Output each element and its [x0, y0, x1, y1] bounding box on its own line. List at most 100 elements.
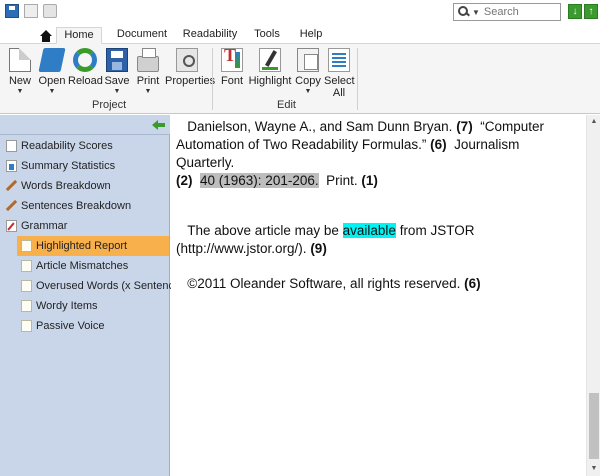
save-icon[interactable] — [5, 4, 19, 18]
sidebar-header — [0, 115, 170, 135]
vertical-scrollbar[interactable]: ▲ ▼ — [586, 115, 600, 476]
tab-document[interactable]: Document — [112, 27, 172, 44]
sidebar-item-label: Wordy Items — [36, 300, 98, 312]
dropdown-arrow-icon[interactable]: ▼ — [104, 87, 130, 97]
edit-group-label: Edit — [277, 99, 296, 111]
grammar-icon — [6, 220, 17, 232]
copy-button[interactable]: Copy ▼ — [294, 48, 322, 97]
scroll-thumb[interactable] — [589, 393, 599, 459]
font-button-label: Font — [220, 75, 243, 87]
copyright-paragraph: ©2011 Oleander Software, all rights rese… — [176, 275, 581, 293]
word-count: (6) — [464, 276, 481, 291]
scroll-down-icon[interactable]: ▼ — [587, 462, 600, 476]
pencil-icon — [6, 200, 17, 212]
sidebar-item-sentences-breakdown[interactable]: Sentences Breakdown — [0, 196, 169, 216]
open-button-label: Open — [38, 75, 66, 87]
report-icon — [21, 240, 32, 252]
sidebar-item-label: Words Breakdown — [21, 180, 111, 192]
properties-button-label: Properties — [165, 75, 216, 87]
word-count: (6) — [430, 137, 447, 152]
search-icon — [458, 6, 470, 18]
word-count: (1) — [361, 173, 378, 188]
sidebar-item-summary-statistics[interactable]: Summary Statistics — [0, 156, 169, 176]
reload-button[interactable]: Reload — [68, 48, 103, 87]
font-icon — [221, 48, 243, 72]
sidebar-item-highlighted-report[interactable]: Highlighted Report — [17, 236, 169, 256]
copyright-text: ©2011 Oleander Software, all rights rese… — [187, 276, 461, 291]
ribbon: New ▼ Open ▼ Reload Save ▼ Print ▼ Prope… — [0, 44, 600, 114]
sidebar: Readability Scores Summary Statistics Wo… — [0, 115, 184, 476]
select-all-icon — [328, 48, 350, 72]
report-icon — [21, 300, 32, 312]
printer-icon — [137, 48, 159, 72]
sidebar-item-label: Overused Words (x Sentence) — [36, 280, 184, 292]
save-button-label: Save — [104, 75, 130, 87]
page-icon — [6, 140, 17, 152]
report-content[interactable]: Danielson, Wayne A., and Sam Dunn Bryan.… — [171, 115, 586, 476]
highlight-button-label: Highlight — [248, 75, 292, 87]
dropdown-arrow-icon[interactable]: ▼ — [38, 87, 66, 97]
highlighter-pen-icon — [259, 48, 281, 72]
highlight-button[interactable]: Highlight — [248, 48, 292, 87]
project-group-label: Project — [92, 99, 127, 111]
open-folder-icon — [38, 48, 66, 72]
dropdown-arrow-icon[interactable]: ▼ — [294, 87, 322, 97]
new-button[interactable]: New ▼ — [6, 48, 34, 97]
print-icon[interactable] — [43, 4, 57, 18]
group-separator — [212, 48, 213, 110]
font-button[interactable]: Font — [218, 48, 246, 87]
tab-home[interactable]: Home — [56, 27, 102, 44]
sidebar-item-label: Sentences Breakdown — [21, 200, 132, 212]
save-button[interactable]: Save ▼ — [104, 48, 130, 97]
arrow-down-icon[interactable]: ↓ — [568, 4, 582, 19]
tab-help[interactable]: Help — [296, 27, 326, 44]
group-separator — [357, 48, 358, 110]
ribbon-tab-bar: Home Document Readability Tools Help ⌃ ? — [0, 24, 600, 64]
open-button[interactable]: Open ▼ — [38, 48, 66, 97]
copy-icon — [297, 48, 319, 72]
sidebar-item-passive-voice[interactable]: Passive Voice — [17, 316, 169, 336]
sidebar-item-label: Highlighted Report — [36, 240, 128, 252]
print-button[interactable]: Print ▼ — [134, 48, 162, 97]
copy-icon[interactable] — [24, 4, 38, 18]
tab-tools[interactable]: Tools — [250, 27, 284, 44]
dropdown-arrow-icon[interactable]: ▼ — [134, 87, 162, 97]
word-count: (7) — [456, 119, 473, 134]
sidebar-item-readability-scores[interactable]: Readability Scores — [0, 136, 169, 156]
chevron-down-icon[interactable]: ▼ — [472, 8, 480, 17]
copy-button-label: Copy — [295, 75, 321, 87]
sidebar-item-label: Passive Voice — [36, 320, 105, 332]
sidebar-item-overused-words[interactable]: Overused Words (x Sentence) — [17, 276, 184, 296]
dropdown-arrow-icon[interactable]: ▼ — [6, 87, 34, 97]
scroll-up-icon[interactable]: ▲ — [587, 115, 600, 129]
sidebar-item-label: Grammar — [21, 220, 68, 232]
sidebar-item-label: Article Mismatches — [36, 260, 129, 272]
properties-button[interactable]: Properties — [165, 48, 216, 87]
highlighted-word: available — [342, 223, 396, 238]
print-button-label: Print — [136, 75, 160, 87]
properties-icon — [176, 48, 198, 72]
search-box[interactable]: ▼ — [453, 3, 561, 21]
sidebar-item-words-breakdown[interactable]: Words Breakdown — [0, 176, 169, 196]
report-icon — [21, 280, 32, 292]
sidebar-item-grammar[interactable]: Grammar — [0, 216, 169, 236]
title-bar: ▼ ↓ ↑ — [0, 0, 600, 24]
new-button-label: New — [8, 75, 31, 87]
select-all-label-line2: All — [332, 87, 346, 99]
tab-readability[interactable]: Readability — [180, 27, 240, 44]
sidebar-item-wordy-items[interactable]: Wordy Items — [17, 296, 169, 316]
collapse-arrow-icon[interactable] — [152, 119, 165, 131]
report-icon — [21, 260, 32, 272]
home-icon[interactable] — [40, 30, 52, 42]
highlighted-citation-volume: 40 (1963): 201-206. — [200, 173, 319, 188]
word-count: (2) — [176, 173, 193, 188]
availability-text: The above article may be — [187, 223, 339, 238]
pencil-icon — [6, 180, 17, 192]
search-input[interactable] — [483, 6, 554, 18]
sidebar-item-article-mismatches[interactable]: Article Mismatches — [17, 256, 169, 276]
arrow-up-icon[interactable]: ↑ — [584, 4, 598, 19]
reload-icon — [73, 48, 97, 72]
word-count: (9) — [310, 241, 327, 256]
select-all-button[interactable]: Select All — [324, 48, 355, 99]
sidebar-item-label: Readability Scores — [21, 140, 113, 152]
